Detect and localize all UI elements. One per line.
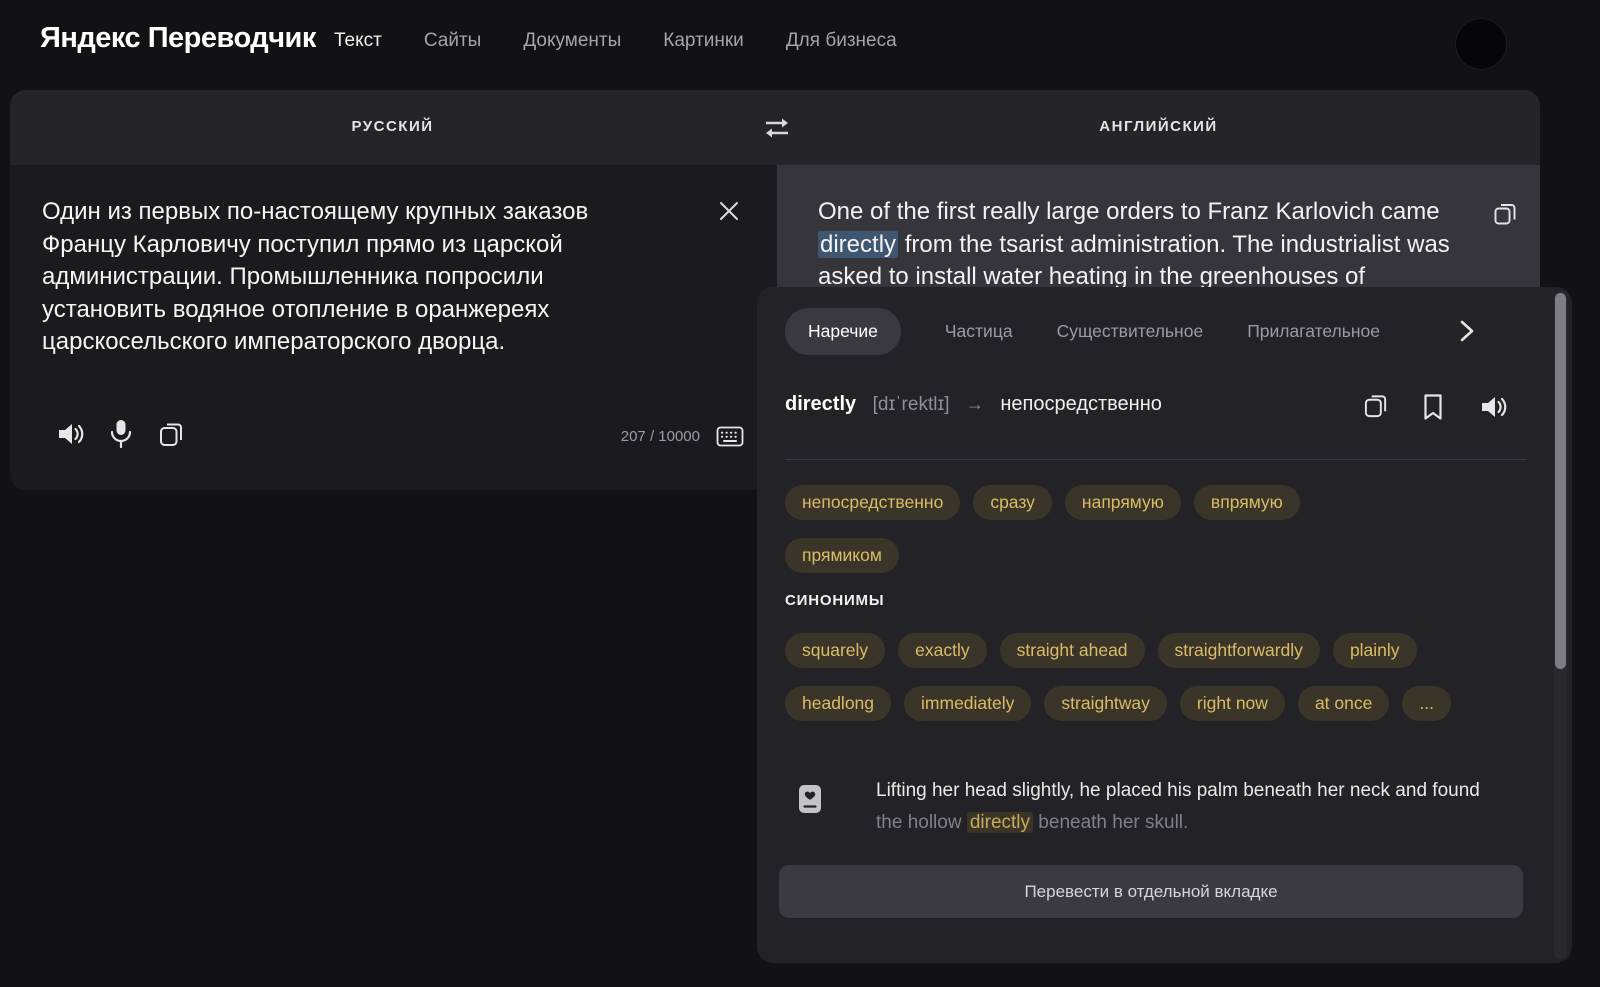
dictate-microphone-icon[interactable] [108,418,134,450]
synonym-chip[interactable]: squarely [785,633,885,668]
highlighted-word[interactable]: directly [818,231,898,258]
translation-chip[interactable]: напрямую [1065,485,1181,520]
popup-scrollbar-track[interactable] [1554,291,1567,959]
tab-noun[interactable]: Существительное [1057,321,1204,342]
pos-tabs: Наречие Частица Существительное Прилагат… [785,308,1380,355]
char-counter: 207 / 10000 [530,428,700,445]
tabs-scroll-right-icon[interactable] [1457,317,1477,345]
popup-scrollbar-thumb[interactable] [1555,293,1566,669]
example-source-book-icon[interactable] [799,783,821,815]
entry-main-translation: непосредственно [1000,393,1162,415]
dictionary-entry: directly [dɪˈrektlɪ] → непосредственно [785,393,1545,427]
clear-text-icon[interactable] [716,198,742,224]
nav-tab-business[interactable]: Для бизнеса [786,30,897,52]
translation-chip[interactable]: впрямую [1194,485,1300,520]
tab-adverb[interactable]: Наречие [785,308,901,355]
entry-arrow: → [966,394,984,414]
example-text: Lifting her head slightly, he placed his… [876,775,1521,839]
translation-chip[interactable]: непосредственно [785,485,960,520]
example-before: the hollow [876,812,967,833]
app-logo[interactable]: Яндекс Переводчик [40,22,316,55]
bookmark-icon[interactable] [1422,393,1450,421]
example-after: beneath her skull. [1033,812,1188,833]
synonyms-heading: СИНОНИМЫ [785,592,884,609]
example-highlighted-word: directly [967,812,1033,833]
nav-tab-text[interactable]: Текст [334,30,382,52]
synonym-chip[interactable]: straightway [1044,686,1167,721]
example-line2: the hollow directly beneath her skull. [876,807,1521,839]
source-line: установить водяное отопление в оранжерея… [42,294,642,327]
synonym-chip[interactable]: straightforwardly [1158,633,1320,668]
translation-chip[interactable]: сразу [973,485,1052,520]
synonym-chip[interactable]: headlong [785,686,891,721]
source-line: царскосельского императорского дворца. [42,326,642,359]
virtual-keyboard-icon[interactable] [716,426,744,447]
example-line1: Lifting her head slightly, he placed his… [876,775,1521,807]
source-text[interactable]: Один из первых по-настоящему крупных зак… [42,196,642,359]
translated-line2: from the tsarist administration. The ind… [898,231,1400,258]
listen-entry-icon[interactable] [1479,393,1507,421]
synonym-chip[interactable]: straight ahead [1000,633,1145,668]
source-line: Францу Карловичу поступил прямо из царск… [42,229,642,262]
synonym-chip[interactable]: exactly [898,633,986,668]
open-in-tab-button[interactable]: Перевести в отдельной вкладке [779,865,1523,918]
tab-particle[interactable]: Частица [945,321,1013,342]
nav-tab-images[interactable]: Картинки [663,30,744,52]
translated-line1: One of the first really large orders to … [818,198,1440,225]
copy-source-icon[interactable] [158,421,185,448]
synonym-chip[interactable]: at once [1298,686,1389,721]
entry-word: directly [785,393,856,415]
nav-tab-sites[interactable]: Сайты [424,30,481,52]
synonyms-list: squarely exactly straight ahead straight… [785,633,1501,721]
top-nav: Текст Сайты Документы Картинки Для бизне… [334,30,897,52]
nav-tab-documents[interactable]: Документы [523,30,621,52]
language-bar: РУССКИЙ АНГЛИЙСКИЙ [10,90,1540,165]
copy-translation-icon[interactable] [1493,202,1517,226]
listen-source-icon[interactable] [56,420,86,448]
target-language-button[interactable]: АНГЛИЙСКИЙ [777,118,1540,135]
dictionary-popup: Наречие Частица Существительное Прилагат… [757,287,1572,963]
source-line: Один из первых по-настоящему крупных зак… [42,196,642,229]
source-language-button[interactable]: РУССКИЙ [10,118,775,135]
entry-transcription: [dɪˈrektlɪ] [873,394,950,415]
translation-variants: непосредственно сразу напрямую впрямую п… [785,485,1365,573]
translated-text[interactable]: One of the first really large orders to … [818,196,1480,294]
copy-entry-icon[interactable] [1363,393,1391,421]
source-line: администрации. Промышленника попросили [42,261,642,294]
tab-adjective[interactable]: Прилагательное [1247,321,1380,342]
synonym-chip[interactable]: right now [1180,686,1285,721]
synonym-chip[interactable]: plainly [1333,633,1417,668]
user-avatar[interactable] [1455,18,1507,70]
entry-divider [785,459,1527,460]
translation-chip[interactable]: прямиком [785,538,899,573]
synonym-chip[interactable]: immediately [904,686,1031,721]
synonym-chip-more[interactable]: ... [1402,686,1451,721]
